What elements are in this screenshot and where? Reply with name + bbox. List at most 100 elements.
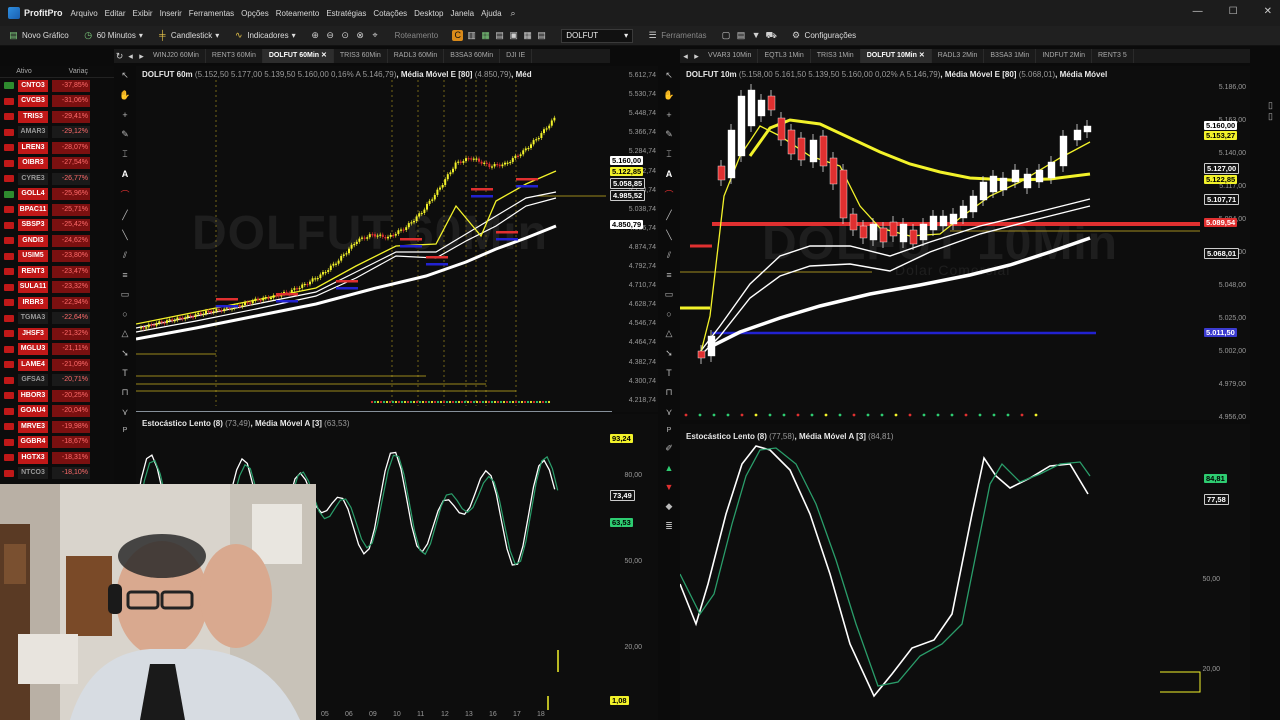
- indicators-button[interactable]: ∿ Indicadores ▾: [233, 30, 296, 41]
- order-icon[interactable]: C: [452, 30, 464, 41]
- cursor-icon[interactable]: ↖: [121, 70, 129, 81]
- triangle-icon[interactable]: △: [122, 328, 129, 339]
- watchlist-row[interactable]: GNDI3 -24,62%: [0, 233, 114, 249]
- tools-button[interactable]: ☰ Ferramentas: [647, 30, 707, 41]
- wave-icon[interactable]: ⋎: [666, 407, 673, 418]
- chart-type-select[interactable]: ╪ Candlestick ▾: [157, 30, 219, 41]
- rectangle-icon[interactable]: ▭: [121, 289, 130, 300]
- chart-tab[interactable]: WINJ20 60Min: [147, 49, 206, 63]
- left-price-chart[interactable]: DOLFUT 60Min DOLFUT 60m (5.152,50 5.177,…: [136, 66, 658, 412]
- ruler-icon[interactable]: ⌶: [122, 149, 127, 160]
- zoom-in-icon[interactable]: ⊕: [310, 30, 321, 41]
- new-chart-button[interactable]: ▤ Novo Gráfico: [8, 30, 68, 41]
- table-icon[interactable]: ▦: [522, 30, 533, 41]
- watchlist-row[interactable]: GFSA3 -20,71%: [0, 373, 114, 389]
- right-stochastic-panel[interactable]: Estocástico Lento (8) (77,58), Média Móv…: [680, 424, 1250, 720]
- watchlist-row[interactable]: OIBR3 -27,54%: [0, 156, 114, 172]
- circle-icon[interactable]: ○: [666, 309, 671, 319]
- lines-icon[interactable]: ≣: [665, 521, 673, 532]
- watchlist-row[interactable]: BPAC11 -25,71%: [0, 202, 114, 218]
- grid-icon[interactable]: ▦: [480, 30, 491, 41]
- watchlist-row[interactable]: LREN3 -28,07%: [0, 140, 114, 156]
- hand-icon[interactable]: ✋: [663, 90, 674, 101]
- arrow-icon[interactable]: ➘: [121, 348, 129, 359]
- menu-item[interactable]: Arquivo: [71, 9, 98, 18]
- watchlist-row[interactable]: MRVE3 -19,98%: [0, 419, 114, 435]
- plus-icon[interactable]: +: [666, 110, 671, 120]
- fibonacci-icon[interactable]: ≡: [122, 270, 127, 280]
- eraser-icon[interactable]: ⌒: [664, 188, 673, 201]
- watchlist-row[interactable]: SBSP3 -25,42%: [0, 218, 114, 234]
- crosshair-icon[interactable]: ⌖: [370, 30, 381, 41]
- minimize-icon[interactable]: —: [1193, 6, 1203, 17]
- menu-item[interactable]: Estratégias: [326, 9, 366, 18]
- ray-icon[interactable]: ╲: [122, 230, 127, 241]
- up-arrow-icon[interactable]: ▲: [665, 463, 674, 473]
- watchlist-row[interactable]: NTCO3 -18,10%: [0, 466, 114, 482]
- watchlist-row[interactable]: MGLU3 -21,11%: [0, 342, 114, 358]
- refresh-icon[interactable]: ↻: [114, 51, 125, 62]
- stats-icon[interactable]: ▤: [536, 30, 547, 41]
- ray-icon[interactable]: ╲: [666, 230, 671, 241]
- watchlist-row[interactable]: AMAR3 -29,12%: [0, 125, 114, 141]
- tab-prev-icon[interactable]: ◂: [680, 51, 691, 62]
- settings-button[interactable]: ⚙ Configurações: [791, 30, 856, 41]
- plus-icon[interactable]: +: [122, 110, 127, 120]
- price-icon[interactable]: P: [667, 427, 672, 434]
- watchlist-row[interactable]: TGMA3 -22,64%: [0, 311, 114, 327]
- chart-tab[interactable]: EQTL3 1Min: [758, 49, 811, 63]
- times-trades-icon[interactable]: ▤: [494, 30, 505, 41]
- zoom-fit-icon[interactable]: ⊙: [340, 30, 351, 41]
- watchlist-row[interactable]: GOAU4 -20,04%: [0, 404, 114, 420]
- magnet-icon[interactable]: ⊓: [121, 387, 128, 398]
- chart-tab[interactable]: TRIS3 60Min: [334, 49, 388, 63]
- trendline-icon[interactable]: ╱: [666, 210, 671, 221]
- bucket-icon[interactable]: ◆: [666, 501, 673, 512]
- triangle-icon[interactable]: △: [666, 328, 673, 339]
- cursor-icon[interactable]: ↖: [665, 70, 673, 81]
- panel-icon[interactable]: ▯: [1268, 100, 1280, 111]
- eraser-icon[interactable]: ⌒: [120, 188, 129, 201]
- tab-next-icon[interactable]: ▸: [691, 51, 702, 62]
- calc-icon[interactable]: ▣: [508, 30, 519, 41]
- ticker-select[interactable]: DOLFUT ▾: [561, 28, 634, 43]
- search-icon[interactable]: ⌕: [508, 8, 519, 19]
- menu-item[interactable]: Ferramentas: [189, 9, 234, 18]
- right-price-chart[interactable]: DOLFUT 10Min Dolar Comercial DOLFUT 10m …: [680, 66, 1250, 420]
- arrow-icon[interactable]: ➘: [665, 348, 673, 359]
- chart-tab[interactable]: RADL3 60Min: [388, 49, 445, 63]
- routing-button[interactable]: Roteamento: [395, 31, 439, 40]
- rectangle-icon[interactable]: ▭: [665, 289, 674, 300]
- menu-item[interactable]: Inserir: [160, 9, 182, 18]
- channel-icon[interactable]: ⫽: [123, 250, 127, 261]
- cart-icon[interactable]: ⛟: [766, 30, 777, 41]
- watchlist-row[interactable]: GOLL4 -25,96%: [0, 187, 114, 203]
- book-icon[interactable]: ▥: [466, 30, 477, 41]
- chart-tab[interactable]: DJI IE: [500, 49, 533, 63]
- watchlist-row[interactable]: LAME4 -21,09%: [0, 357, 114, 373]
- watchlist-row[interactable]: CYRE3 -26,77%: [0, 171, 114, 187]
- price-icon[interactable]: P: [123, 427, 128, 434]
- brush-icon[interactable]: ✐: [665, 443, 673, 454]
- watchlist-row[interactable]: TRIS3 -29,41%: [0, 109, 114, 125]
- menu-item[interactable]: Ajuda: [481, 9, 501, 18]
- menu-item[interactable]: Editar: [105, 9, 126, 18]
- wave-icon[interactable]: ⋎: [122, 407, 129, 418]
- chart-tab[interactable]: B3SA3 1Min: [984, 49, 1037, 63]
- filter-icon[interactable]: ▼: [751, 30, 762, 41]
- ruler-icon[interactable]: ⌶: [666, 149, 671, 160]
- magnet-icon[interactable]: ⊓: [665, 387, 672, 398]
- trendline-icon[interactable]: ╱: [122, 210, 127, 221]
- chart-tab[interactable]: RENT3 60Min: [206, 49, 263, 63]
- type-icon[interactable]: T: [666, 368, 672, 378]
- watchlist-row[interactable]: JHSF3 -21,32%: [0, 326, 114, 342]
- menu-item[interactable]: Exibir: [133, 9, 153, 18]
- channel-icon[interactable]: ⫽: [667, 250, 671, 261]
- down-arrow-icon[interactable]: ▼: [665, 482, 674, 492]
- chart-tab[interactable]: TRIS3 1Min: [811, 49, 861, 63]
- fibonacci-icon[interactable]: ≡: [666, 270, 671, 280]
- layout-icon[interactable]: ▤: [736, 30, 747, 41]
- watchlist-row[interactable]: GGBR4 -18,67%: [0, 435, 114, 451]
- pencil-icon[interactable]: ✎: [121, 129, 129, 140]
- chart-tab[interactable]: B3SA3 60Min: [444, 49, 501, 63]
